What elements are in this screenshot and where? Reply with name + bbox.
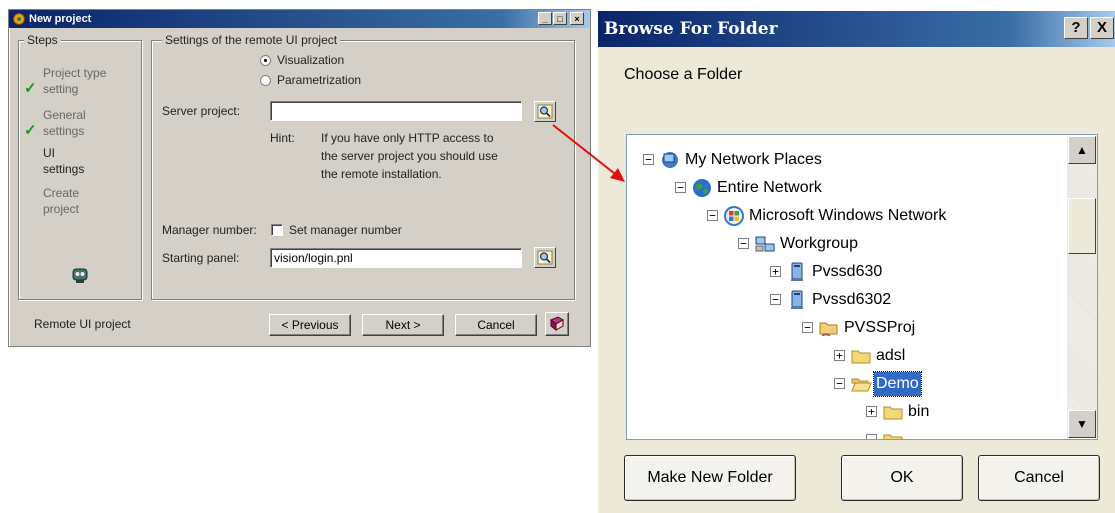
previous-button[interactable]: < Previous <box>269 314 351 336</box>
footer-label: Remote UI project <box>34 317 131 331</box>
steps-group: Steps ✓ Project type setting ✓ General s… <box>18 33 142 300</box>
remote-ui-icon <box>72 268 88 283</box>
starting-panel-browse-button[interactable] <box>534 247 556 268</box>
visualization-radio[interactable] <box>260 55 271 66</box>
next-button[interactable]: Next > <box>362 314 444 336</box>
folder-tree[interactable]: − My Network Places − Entire Network − M… <box>626 134 1098 440</box>
collapse-toggle[interactable]: − <box>707 210 718 221</box>
window-title: New project <box>29 13 92 25</box>
server-project-label: Server project: <box>162 104 241 118</box>
folder-icon <box>883 406 903 420</box>
help-button[interactable]: ? <box>1064 17 1088 39</box>
folder-open-icon <box>851 378 872 392</box>
minimize-button[interactable]: _ <box>538 12 552 25</box>
maximize-button[interactable]: □ <box>553 12 567 25</box>
tree-scrollbar[interactable]: ▲ ▼ <box>1067 136 1097 438</box>
settings-legend: Settings of the remote UI project <box>162 33 341 47</box>
new-project-title-bar[interactable]: New project _ □ × <box>9 10 590 28</box>
steps-legend: Steps <box>24 33 61 47</box>
scroll-up-button[interactable]: ▲ <box>1068 136 1096 164</box>
cancel-button[interactable]: Cancel <box>978 455 1100 501</box>
set-manager-number-checkbox[interactable] <box>271 224 283 236</box>
tree-node-label: Microsoft Windows Network <box>749 207 947 224</box>
network-places-icon <box>662 152 678 168</box>
browse-folder-dialog: Browse For Folder ? X Choose a Folder − … <box>598 11 1115 513</box>
collapse-toggle[interactable]: − <box>675 182 686 193</box>
close-button[interactable]: × <box>570 12 584 25</box>
hint-text-line: the remote installation. <box>321 167 442 181</box>
folder-icon <box>883 434 903 439</box>
manager-number-label: Manager number: <box>162 223 257 237</box>
make-new-folder-button[interactable]: Make New Folder <box>624 455 796 501</box>
check-icon: ✓ <box>24 80 37 97</box>
parametrization-radio[interactable] <box>260 75 271 86</box>
app-gear-icon <box>13 13 25 25</box>
tree-node-label: My Network Places <box>685 151 822 168</box>
visualization-label: Visualization <box>277 53 345 67</box>
collapse-toggle[interactable]: − <box>738 238 749 249</box>
collapse-toggle[interactable]: − <box>834 378 845 389</box>
expand-toggle <box>866 434 877 439</box>
step-general-settings: General settings <box>43 108 86 138</box>
starting-panel-label: Starting panel: <box>162 251 240 265</box>
choose-folder-prompt: Choose a Folder <box>624 66 743 83</box>
expand-toggle[interactable]: + <box>834 350 845 361</box>
parametrization-label: Parametrization <box>277 73 362 87</box>
browse-magnifier-icon <box>537 250 553 265</box>
close-button[interactable]: X <box>1090 17 1114 39</box>
step-ui-settings: UI settings <box>43 146 85 176</box>
tree-node-label-selected: Demo <box>873 371 922 397</box>
expand-toggle[interactable]: + <box>770 266 781 277</box>
tree-node-label: Pvssd630 <box>812 263 883 280</box>
server-project-browse-button[interactable] <box>534 101 556 122</box>
collapse-toggle[interactable]: − <box>643 154 654 165</box>
scroll-down-button[interactable]: ▼ <box>1068 410 1096 438</box>
collapse-toggle[interactable]: − <box>770 294 781 305</box>
scroll-thumb[interactable] <box>1068 198 1096 254</box>
tree-node-label: PVSSProj <box>844 319 916 336</box>
browse-magnifier-icon <box>537 104 553 119</box>
tree-node-label: Pvssd6302 <box>812 291 892 308</box>
hint-label: Hint: <box>270 131 295 145</box>
new-project-window: New project _ □ × Steps ✓ Project type s… <box>8 9 591 347</box>
workgroup-icon <box>755 236 775 252</box>
folder-icon <box>851 350 871 364</box>
starting-panel-input[interactable]: vision/login.pnl <box>270 248 522 268</box>
tree-node-label: adsl <box>876 347 906 364</box>
tree-node-label: Entire Network <box>717 179 822 196</box>
computer-icon <box>791 290 803 309</box>
computer-icon <box>791 262 803 281</box>
tree-node-label: bin <box>908 403 930 420</box>
collapse-toggle[interactable]: − <box>802 322 813 333</box>
help-book-button[interactable] <box>545 312 569 336</box>
hint-text-line: the server project you should use <box>321 149 498 163</box>
settings-group: Settings of the remote UI project Visual… <box>151 33 575 300</box>
step-project-type: Project type setting <box>43 66 107 96</box>
browse-folder-title-bar[interactable]: Browse For Folder ? X <box>598 11 1115 47</box>
check-icon: ✓ <box>24 122 37 139</box>
step-create-project: Create project <box>43 186 80 216</box>
ok-button[interactable]: OK <box>841 455 963 501</box>
set-manager-number-label: Set manager number <box>289 223 402 237</box>
help-book-icon <box>550 316 564 332</box>
tree-node-label: Workgroup <box>780 235 858 252</box>
globe-icon <box>693 179 711 197</box>
expand-toggle[interactable]: + <box>866 406 877 417</box>
hint-text-line: If you have only HTTP access to <box>321 131 494 145</box>
cancel-button[interactable]: Cancel <box>455 314 537 336</box>
shared-folder-icon <box>819 322 838 337</box>
windows-network-icon <box>724 206 744 226</box>
server-project-input[interactable] <box>270 101 522 121</box>
dialog-title: Browse For Folder <box>604 19 778 39</box>
